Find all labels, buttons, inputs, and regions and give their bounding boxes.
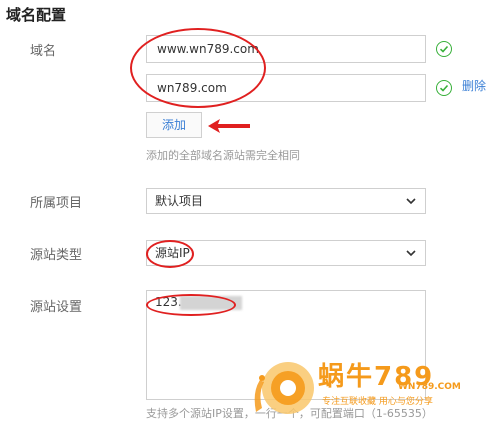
- project-label: 所属项目: [30, 196, 83, 211]
- watermark-site: WN789.COM: [398, 382, 461, 392]
- watermark-tagline: 专注互联收藏 用心与您分享: [322, 397, 433, 407]
- delete-domain-link[interactable]: 删除: [462, 77, 486, 94]
- origin-settings-label: 源站设置: [30, 300, 83, 315]
- annotation-ellipse: [130, 28, 266, 108]
- section-title: 域名配置: [6, 6, 67, 24]
- project-selected-value: 默认项目: [155, 194, 204, 208]
- check-circle-icon: [436, 41, 452, 57]
- check-circle-icon: [436, 80, 452, 96]
- domain-label: 域名: [30, 44, 57, 59]
- add-domain-button[interactable]: 添加: [146, 112, 202, 138]
- project-select[interactable]: 默认项目: [146, 188, 426, 214]
- chevron-down-icon: [406, 250, 416, 257]
- origin-type-label: 源站类型: [30, 248, 83, 263]
- annotation-ellipse: [146, 294, 236, 316]
- chevron-down-icon: [406, 198, 416, 205]
- domain-hint: 添加的全部域名源站需完全相同: [146, 149, 300, 162]
- annotation-ellipse: [146, 240, 194, 268]
- annotation-arrow-icon: [208, 119, 250, 133]
- watermark-logo: 蜗牛789 WN789.COM 专注互联收藏 用心与您分享: [250, 352, 486, 422]
- snail-logo-icon: [254, 362, 314, 414]
